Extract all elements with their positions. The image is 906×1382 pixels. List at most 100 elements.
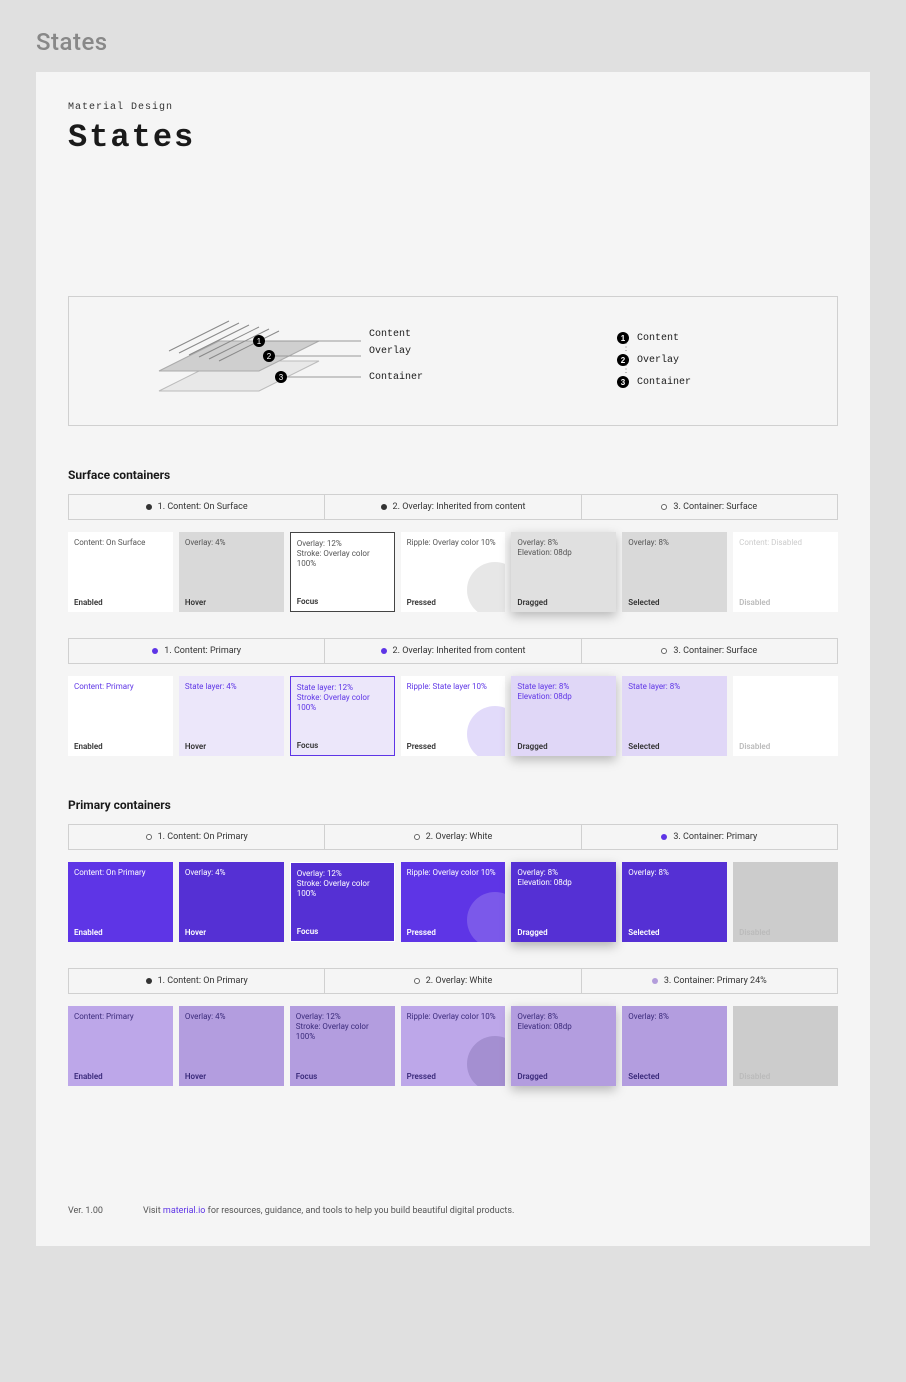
iso-label-container: Container <box>369 372 423 383</box>
tab-label: 2. Overlay: Inherited from content <box>393 502 526 512</box>
state-card-label: Hover <box>185 1072 278 1082</box>
tab-dot-icon <box>661 648 667 654</box>
tab-label: 2. Overlay: White <box>426 976 493 986</box>
state-card-description: Overlay: 12% Stroke: Overlay color 100% <box>296 1012 389 1042</box>
state-card: Content: On Primary Enabled <box>68 862 173 942</box>
state-card-description: Content: Primary <box>74 1012 167 1022</box>
state-card-description: State layer: 8% <box>628 682 721 692</box>
tab[interactable]: 2. Overlay: White <box>325 969 581 993</box>
section-heading: Surface containers <box>68 468 838 482</box>
state-card-label: Selected <box>628 742 721 752</box>
tab[interactable]: 2. Overlay: Inherited from content <box>325 639 581 663</box>
state-card-description: Overlay: 4% <box>185 1012 278 1022</box>
hero-left-isometric: 1 2 3 Content Overlay Container <box>69 301 617 421</box>
tab-dot-icon <box>381 648 387 654</box>
state-card-row: Content: On SurfaceEnabledOverlay: 4%Hov… <box>68 532 838 612</box>
state-card-description: Content: Primary <box>74 682 167 692</box>
tab-dot-icon <box>414 834 420 840</box>
state-card-label: Hover <box>185 598 278 608</box>
svg-text:1: 1 <box>257 337 262 346</box>
state-card: Disabled <box>733 1006 838 1086</box>
tab-label: 2. Overlay: Inherited from content <box>393 646 526 656</box>
outer-title: States <box>36 28 870 56</box>
state-card-label: Disabled <box>739 1072 832 1082</box>
state-card-description: State layer: 4% <box>185 682 278 692</box>
state-card-description: Overlay: 12% Stroke: Overlay color 100% <box>297 869 388 899</box>
state-card: Overlay: 8%Selected <box>622 1006 727 1086</box>
state-card-row: Content: On Primary Enabled Overlay: 4% Hov… <box>68 862 838 942</box>
state-card-label: Dragged <box>517 928 610 938</box>
tab[interactable]: 3. Container: Primary <box>582 825 837 849</box>
state-card-label: Enabled <box>74 742 167 752</box>
state-card-description: Overlay: 8% <box>628 868 721 878</box>
state-card-label: Enabled <box>74 1072 167 1082</box>
tab-label: 1. Content: On Primary <box>158 832 248 842</box>
state-card-label: Dragged <box>517 598 610 608</box>
state-card-label: Focus <box>296 1072 389 1082</box>
footer-link[interactable]: material.io <box>163 1206 206 1216</box>
state-card-label: Hover <box>185 928 278 938</box>
hero-diagram-panel: 1 2 3 Content Overlay Container 1Content… <box>68 296 838 426</box>
section-heading: Primary containers <box>68 798 838 812</box>
tab-dot-icon <box>661 834 667 840</box>
footer-version: Ver. 1.00 <box>68 1206 103 1216</box>
state-card-label: Focus <box>297 741 388 751</box>
state-card-description: Ripple: Overlay color 10% <box>407 868 500 878</box>
state-card: Overlay: 8% Elevation: 08dpDragged <box>511 862 616 942</box>
footer: Ver. 1.00 Visit material.io for resource… <box>68 1206 838 1216</box>
iso-label-overlay: Overlay <box>369 346 423 357</box>
tab-label: 1. Content: On Primary <box>158 976 248 986</box>
tab-bar: 1. Content: On Surface 2. Overlay: Inheri… <box>68 494 838 520</box>
state-card: Ripple: Overlay color 10%Pressed <box>401 532 506 612</box>
tab-bar: 1. Content: On Primary 2. Overlay: White 3… <box>68 824 838 850</box>
state-card: Overlay: 8%Selected <box>622 862 727 942</box>
tab[interactable]: 3. Container: Surface <box>582 495 837 519</box>
tab[interactable]: 3. Container: Primary 24% <box>582 969 837 993</box>
tab-label: 3. Container: Surface <box>673 646 757 656</box>
tab-dot-icon <box>414 978 420 984</box>
state-card: Overlay: 12% Stroke: Overlay color 100%F… <box>290 862 395 942</box>
state-card-description: Content: On Primary <box>74 868 167 878</box>
state-card: Overlay: 12% Stroke: Overlay color 100% F… <box>290 1006 395 1086</box>
state-card: Content: On SurfaceEnabled <box>68 532 173 612</box>
tab-dot-icon <box>652 978 658 984</box>
tab[interactable]: 1. Content: On Primary <box>69 825 325 849</box>
legend-container: 3Container <box>617 376 817 388</box>
state-card: Overlay: 8% Elevation: 08dpDragged <box>511 1006 616 1086</box>
footer-text: Visit material.io for resources, guidanc… <box>143 1206 514 1216</box>
legend-content: 1Content <box>617 332 817 344</box>
svg-text:3: 3 <box>279 373 284 382</box>
state-card-description: Overlay: 8% Elevation: 08dp <box>517 538 610 558</box>
tab[interactable]: 3. Container: Surface <box>582 639 837 663</box>
state-card-description: Overlay: 4% <box>185 868 278 878</box>
state-card: Overlay: 4%Hover <box>179 532 284 612</box>
state-card-label: Pressed <box>407 598 500 608</box>
tab-dot-icon <box>146 834 152 840</box>
state-card-label: Disabled <box>739 928 832 938</box>
state-card: Content: Primary Enabled <box>68 1006 173 1086</box>
state-card-description: State layer: 8% Elevation: 08dp <box>517 682 610 702</box>
state-card-description: State layer: 12% Stroke: Overlay color 1… <box>297 683 388 713</box>
tab[interactable]: 1. Content: On Primary <box>69 969 325 993</box>
state-card-label: Hover <box>185 742 278 752</box>
tab[interactable]: 2. Overlay: Inherited from content <box>325 495 581 519</box>
state-card-row: Content: PrimaryEnabledOverlay: 4%HoverO… <box>68 1006 838 1086</box>
state-card-label: Pressed <box>407 928 500 938</box>
tab[interactable]: 2. Overlay: White <box>325 825 581 849</box>
state-card: State layer: 12% Stroke: Overlay color 1… <box>290 676 395 756</box>
tab[interactable]: 1. Content: Primary <box>69 639 325 663</box>
tab-dot-icon <box>146 504 152 510</box>
page-title: States <box>68 119 838 156</box>
state-card-label: Dragged <box>517 742 610 752</box>
state-card-description: Content: Disabled <box>739 538 832 548</box>
state-card-label: Disabled <box>739 598 832 608</box>
tab-label: 3. Container: Primary 24% <box>664 976 767 986</box>
state-card: Overlay: 4% Hover <box>179 1006 284 1086</box>
state-card: Ripple: State layer 10%Pressed <box>401 676 506 756</box>
state-card: Content: Primary Enabled <box>68 676 173 756</box>
state-card-description: Content: On Surface <box>74 538 167 548</box>
tab-label: 3. Container: Primary <box>673 832 757 842</box>
state-card-label: Enabled <box>74 928 167 938</box>
tab[interactable]: 1. Content: On Surface <box>69 495 325 519</box>
state-card-description: Ripple: Overlay color 10% <box>407 1012 500 1022</box>
